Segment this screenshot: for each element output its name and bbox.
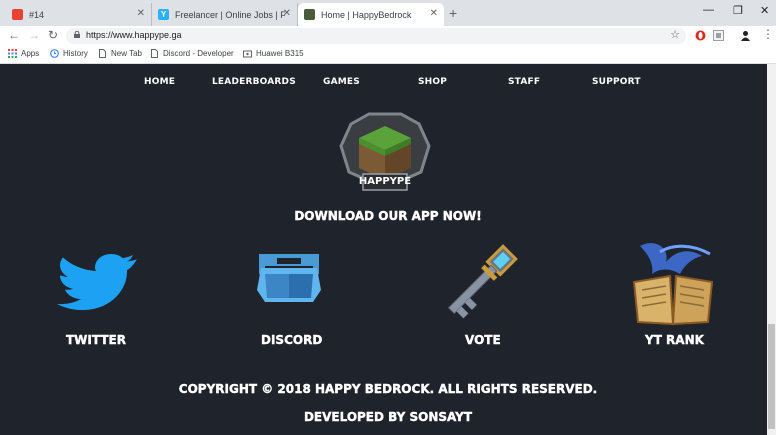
scrollbar-thumb[interactable] [768,324,775,429]
twitter-bird-icon[interactable] [53,254,139,310]
close-tab-icon[interactable]: ✕ [137,8,145,19]
new-tab-button[interactable]: + [449,5,457,21]
vote-label[interactable]: VOTE [465,333,501,347]
download-heading: DOWNLOAD OUR APP NOW! [294,209,482,223]
logo-text: HAPPYPE [358,176,412,187]
nav-shop[interactable]: SHOP [418,77,447,87]
extension-icon[interactable] [713,30,724,41]
bookmark-label: Discord - Developer [163,49,234,58]
yt-rank-label[interactable]: YT RANK [645,333,704,347]
opera-extension-icon[interactable] [695,30,706,41]
tab-favicon-icon [12,9,23,20]
bookmark-history[interactable]: History [50,49,88,58]
freelancer-favicon-icon: Y [158,9,169,20]
url-text: https://www.happype.ga [86,30,182,40]
tab-14[interactable]: #14 ✕ [6,3,152,26]
nav-staff[interactable]: STAFF [508,77,540,87]
page-scrollbar[interactable] [767,64,776,435]
key-icon[interactable] [432,238,526,328]
back-icon[interactable]: ← [8,28,20,42]
bookmark-label: New Tab [111,49,142,58]
tab-happybedrock[interactable]: Home | HappyBedrock ✕ [298,3,444,26]
discord-icon[interactable] [255,250,323,308]
browser-tab-bar: #14 ✕ Y Freelancer | Online Jobs | Freel… [0,0,776,26]
web-page: HOME LEADERBOARDS GAMES SHOP STAFF SUPPO… [0,64,776,435]
close-tab-icon[interactable]: ✕ [430,8,438,19]
tab-title: Freelancer | Online Jobs | Freelance [175,9,285,20]
tab-title: #14 [29,9,45,20]
tab-title: Home | HappyBedrock [321,9,412,20]
forward-icon[interactable]: → [28,28,40,42]
bookmark-new-tab[interactable]: New Tab [98,49,142,58]
profile-icon[interactable] [740,30,751,41]
apps-grid-icon [8,49,17,58]
nav-home[interactable]: HOME [144,77,175,87]
bookmark-star-icon[interactable]: ☆ [670,28,680,41]
bookmarks-bar: Apps History New Tab Discord - Developer… [0,46,776,64]
close-tab-icon[interactable]: ✕ [283,8,291,19]
twitter-label[interactable]: TWITTER [66,333,126,347]
page-icon [151,49,158,58]
router-icon [243,50,252,58]
bookmark-label: History [63,49,88,58]
page-icon [99,49,106,58]
copyright-text: COPYRIGHT © 2018 HAPPY BEDROCK. ALL RIGH… [178,382,598,396]
address-bar[interactable]: https://www.happype.ga ☆ [66,28,686,44]
menu-icon[interactable]: ⋮ [762,27,774,41]
nav-support[interactable]: SUPPORT [592,77,641,87]
nav-games[interactable]: GAMES [323,77,360,87]
developer-credit: DEVELOPED BY SONSAYT [303,410,473,424]
reload-icon[interactable]: ↻ [48,28,58,42]
minimize-button[interactable]: — [703,4,714,16]
close-window-button[interactable]: ✕ [760,4,769,17]
history-icon [50,49,59,58]
lock-icon [74,31,80,38]
nav-leaderboards[interactable]: LEADERBOARDS [212,77,296,87]
discord-label[interactable]: DISCORD [261,333,323,347]
bookmark-discord-developer[interactable]: Discord - Developer [150,49,234,58]
bookmark-huawei[interactable]: Huawei B315 [243,49,304,58]
tab-freelancer[interactable]: Y Freelancer | Online Jobs | Freelance ✕ [152,3,298,26]
happype-favicon-icon [304,9,315,20]
bookmark-apps[interactable]: Apps [8,49,39,58]
maximize-button[interactable]: ❐ [733,4,743,17]
browser-toolbar: ← → ↻ https://www.happype.ga ☆ ⋮ [0,26,776,46]
bookmark-label: Huawei B315 [256,49,304,58]
magic-book-icon[interactable] [630,238,716,330]
bookmark-label: Apps [21,49,40,58]
